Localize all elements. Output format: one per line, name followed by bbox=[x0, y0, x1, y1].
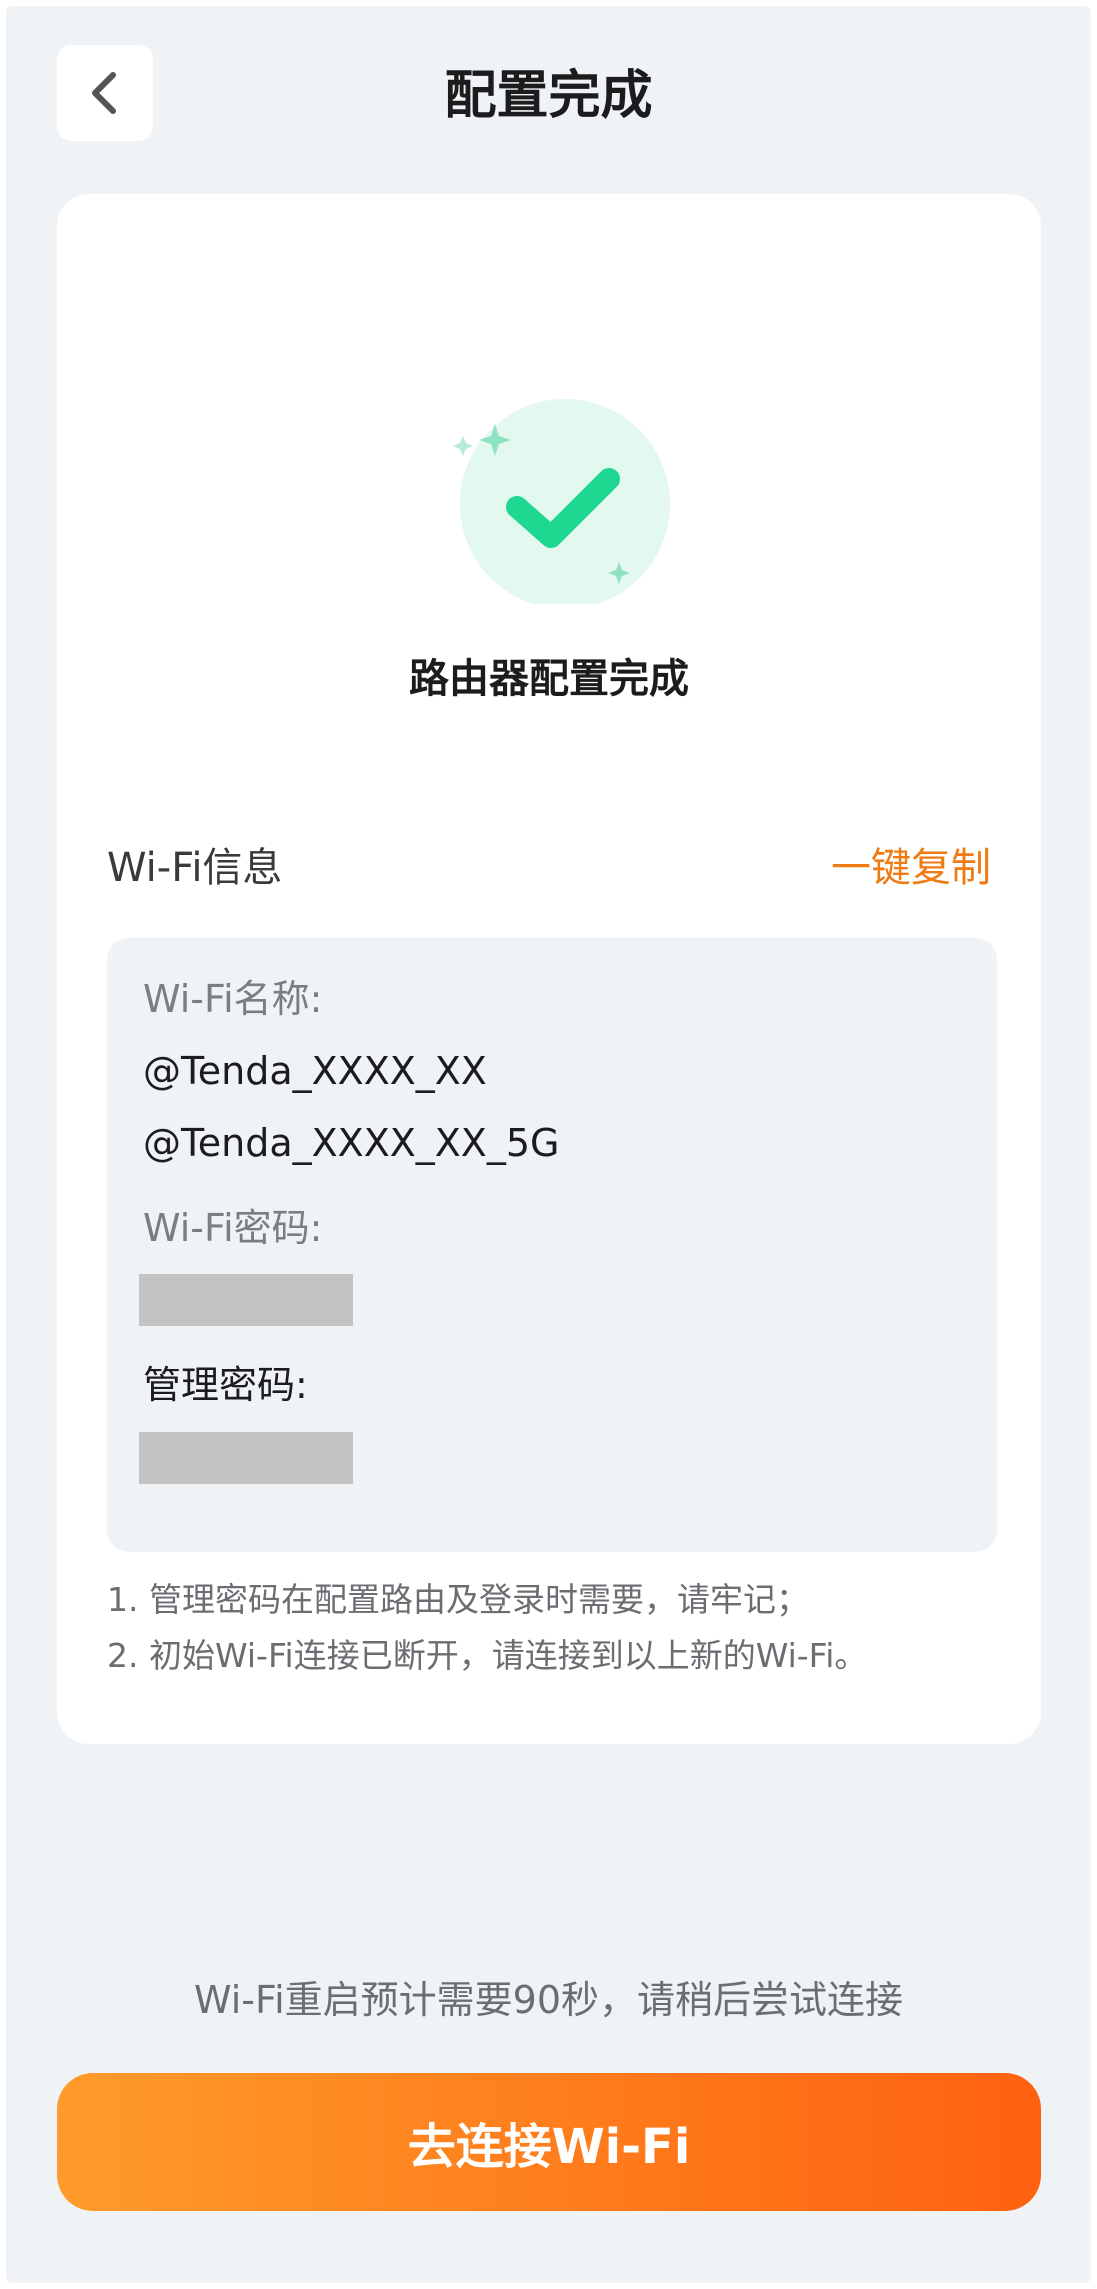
admin-password-redacted bbox=[139, 1432, 353, 1484]
success-title: 路由器配置完成 bbox=[409, 656, 689, 702]
wifi-ssid-24g: @Tenda_XXXX_XX bbox=[143, 1049, 487, 1093]
admin-password-label: 管理密码: bbox=[143, 1363, 308, 1407]
wifi-password-label: Wi-Fi密码: bbox=[143, 1206, 323, 1250]
copy-all-button[interactable]: 一键复制 bbox=[831, 835, 991, 893]
result-card: 路由器配置完成 Wi-Fi信息 一键复制 Wi-Fi名称: @Tenda_XXX… bbox=[57, 194, 1041, 1744]
check-circle-icon bbox=[453, 399, 670, 604]
page-title: 配置完成 bbox=[444, 66, 653, 126]
restart-hint: Wi-Fi重启预计需要90秒，请稍后尝试连接 bbox=[193, 1978, 903, 2022]
wifi-info-header: Wi-Fi信息 一键复制 bbox=[107, 834, 991, 894]
screen: 配置完成 路由器配置完成 Wi-Fi信息 一键复制 Wi-Fi名称: @Tend… bbox=[6, 6, 1091, 2283]
note-item: 1. 管理密码在配置路由及登录时需要，请牢记； bbox=[107, 1580, 809, 1619]
wifi-info-box: Wi-Fi名称: @Tenda_XXXX_XX @Tenda_XXXX_XX_5… bbox=[107, 938, 997, 1552]
notes: 1. 管理密码在配置路由及登录时需要，请牢记； 2. 初始Wi-Fi连接已断开，… bbox=[107, 1572, 1001, 1684]
wifi-password-redacted bbox=[139, 1274, 353, 1326]
connect-wifi-button[interactable]: 去连接Wi-Fi bbox=[57, 2073, 1041, 2211]
sparkle-icon bbox=[453, 436, 473, 456]
wifi-ssid-5g: @Tenda_XXXX_XX_5G bbox=[143, 1121, 560, 1165]
wifi-info-title: Wi-Fi信息 bbox=[107, 845, 283, 891]
note-item: 2. 初始Wi-Fi连接已断开，请连接到以上新的Wi-Fi。 bbox=[107, 1636, 868, 1675]
wifi-name-label: Wi-Fi名称: bbox=[143, 977, 323, 1021]
